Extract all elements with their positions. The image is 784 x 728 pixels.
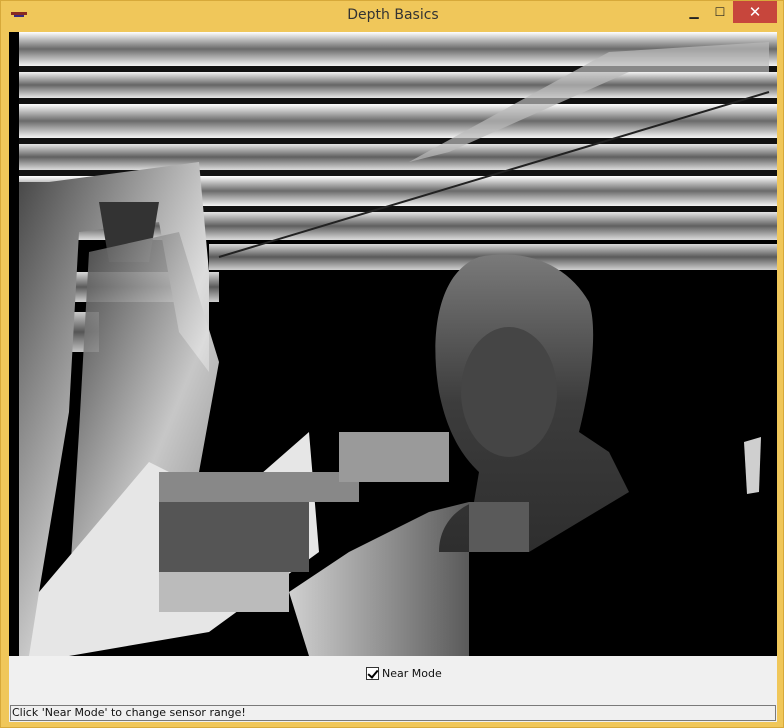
near-mode-checkbox[interactable]: Near Mode: [366, 667, 442, 680]
close-icon: ✕: [748, 3, 762, 21]
title-bar[interactable]: Depth Basics ▁ ☐ ✕: [1, 1, 784, 31]
maximize-button[interactable]: ☐: [707, 1, 733, 23]
near-mode-label: Near Mode: [382, 667, 442, 680]
checkbox-checked-icon[interactable]: [366, 667, 379, 680]
close-button[interactable]: ✕: [733, 1, 777, 23]
status-text: Click 'Near Mode' to change sensor range…: [12, 706, 246, 719]
window-title: Depth Basics: [347, 7, 439, 23]
status-bar: Click 'Near Mode' to change sensor range…: [10, 705, 776, 721]
minimize-button[interactable]: ▁: [681, 1, 707, 23]
minimize-icon: ▁: [689, 5, 699, 19]
depth-frame-image: [9, 32, 777, 656]
depth-image-viewport: [9, 32, 777, 656]
app-window: Depth Basics ▁ ☐ ✕ Near Mode Click 'Near…: [0, 0, 784, 728]
controls-panel: Near Mode: [9, 656, 777, 704]
maximize-icon: ☐: [714, 5, 726, 19]
client-area: Near Mode Click 'Near Mode' to change se…: [9, 32, 777, 722]
